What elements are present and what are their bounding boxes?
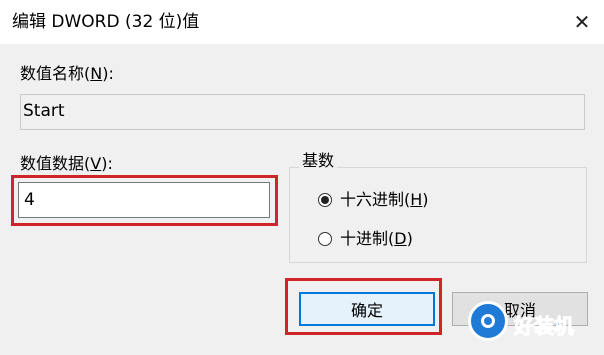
radio-hex-accelerator: H <box>410 190 423 209</box>
base-group-title: 基数 <box>299 151 338 171</box>
radio-dec-label-prefix: 十进制( <box>340 229 395 248</box>
watermark-text: 好装机 <box>514 314 575 339</box>
radio-hexadecimal[interactable]: 十六进制(H) <box>318 190 429 210</box>
radio-hex-label: 十六进制(H) <box>340 190 429 210</box>
value-name-label-suffix: ): <box>102 64 114 83</box>
radio-dec-label: 十进制(D) <box>340 229 413 249</box>
watermark: 好装机 <box>468 299 602 351</box>
radio-hex-label-prefix: 十六进制( <box>340 190 411 209</box>
value-name-label: 数值名称(N): <box>20 64 114 84</box>
value-data-input[interactable] <box>18 182 270 218</box>
value-name-text: Start <box>23 101 65 121</box>
radio-dec-accelerator: D <box>394 229 407 248</box>
close-icon[interactable]: ✕ <box>560 0 604 44</box>
radio-dec-label-suffix: ) <box>406 229 413 248</box>
value-data-accelerator: V <box>90 154 102 173</box>
radio-selected-icon[interactable] <box>318 193 332 207</box>
radio-unselected-icon[interactable] <box>318 232 332 246</box>
radio-hex-label-suffix: ) <box>422 190 429 209</box>
value-data-label-prefix: 数值数据( <box>20 154 91 173</box>
value-data-label-suffix: ): <box>101 154 113 173</box>
ok-button[interactable]: 确定 <box>299 292 435 326</box>
value-name-accelerator: N <box>90 64 103 83</box>
radio-dot-icon <box>321 196 329 204</box>
title-bar: 编辑 DWORD (32 位)值 ✕ <box>0 0 604 44</box>
watermark-logo-icon <box>468 301 508 341</box>
value-data-label: 数值数据(V): <box>20 154 113 174</box>
value-name-label-prefix: 数值名称( <box>20 64 91 83</box>
radio-decimal[interactable]: 十进制(D) <box>318 229 413 249</box>
window-title: 编辑 DWORD (32 位)值 <box>12 12 200 32</box>
